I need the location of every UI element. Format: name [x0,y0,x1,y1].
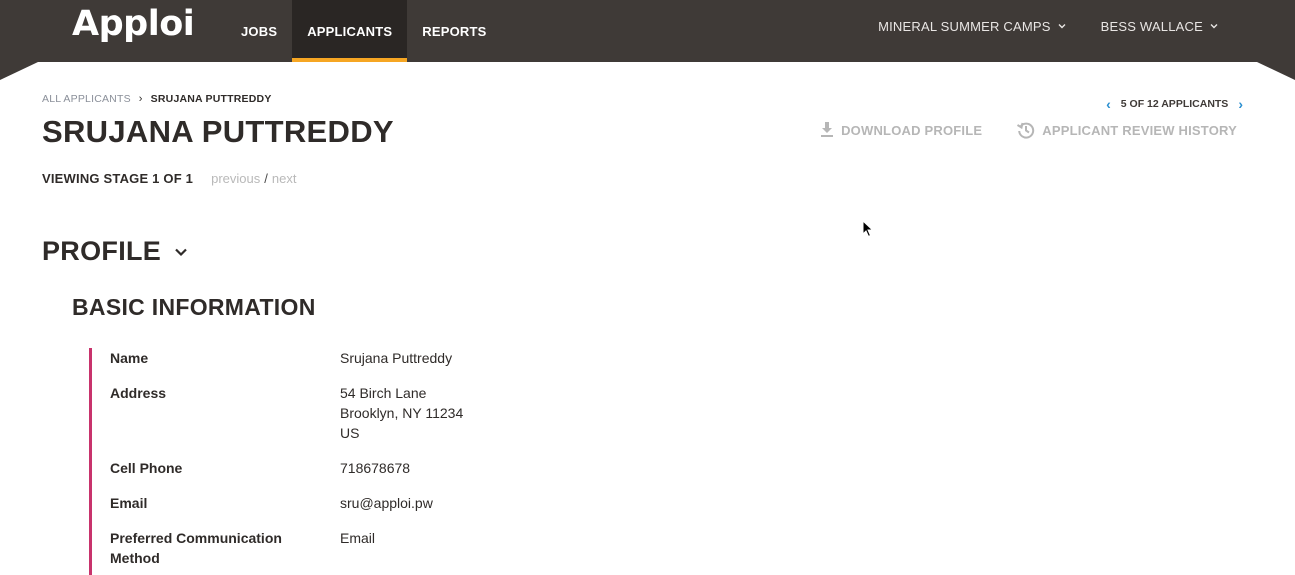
apploi-logo[interactable]: Apploi [72,4,195,44]
applicant-pager: ‹ 5 OF 12 APPLICANTS › [1106,97,1243,111]
account-menus: MINERAL SUMMER CAMPS BESS WALLACE [878,0,1219,52]
nav-applicants[interactable]: APPLICANTS [292,0,408,62]
address-line-2: Brooklyn, NY 11234 [340,405,464,421]
field-label: Address [110,385,167,401]
address-line-3: US [340,425,360,441]
basic-information-heading: BASIC INFORMATION [72,294,316,320]
download-icon [821,122,834,137]
download-profile-label: DOWNLOAD PROFILE [841,122,983,138]
stage-indicator: VIEWING STAGE 1 OF 1 previous / next [42,171,296,186]
applicant-review-history-button[interactable]: APPLICANT REVIEW HISTORY [1016,120,1237,140]
field-label: Cell Phone [110,460,183,476]
header-corner-right [1257,62,1295,80]
email-value: sru@apploi.pw [340,495,433,511]
name-value: Srujana Puttreddy [340,350,453,366]
previous-stage-link[interactable]: previous [211,171,260,186]
nav-reports[interactable]: REPORTS [407,0,501,62]
field-label: Email [110,495,148,511]
basic-information-panel: Name Srujana Puttreddy Address 54 Birch … [89,348,789,575]
field-value: sru@apploi.pw [340,493,740,513]
next-stage-link[interactable]: next [272,171,297,186]
top-navigation-bar: Apploi JOBS APPLICANTS REPORTS MINERAL S… [0,0,1295,62]
field-label: Name [110,350,149,366]
download-profile-button[interactable]: DOWNLOAD PROFILE [819,120,982,140]
header-corner-left [0,62,38,80]
address-line-1: 54 Birch Lane [340,385,427,401]
field-label: Preferred Communication Method [110,530,282,566]
breadcrumb: ALL APPLICANTS › SRUJANA PUTTREDDY [42,93,272,105]
profile-section-title: PROFILE [42,236,162,266]
organization-dropdown[interactable]: MINERAL SUMMER CAMPS [878,19,1067,34]
stage-label: VIEWING STAGE 1 OF 1 [42,171,194,186]
mouse-cursor-icon [862,220,874,238]
chevron-down-icon [1210,24,1218,29]
chevron-down-icon [175,248,187,256]
field-value: 718678678 [340,458,740,478]
chevron-down-icon [1058,24,1066,29]
user-dropdown[interactable]: BESS WALLACE [1101,19,1219,34]
organization-name: MINERAL SUMMER CAMPS [878,18,1051,34]
stage-navigation: previous / next [211,171,296,186]
cell-phone-value: 718678678 [340,460,411,476]
previous-applicant-arrow-icon[interactable]: ‹ [1106,97,1111,111]
field-value: 54 Birch Lane Brooklyn, NY 11234 US [340,383,740,443]
nav-jobs[interactable]: JOBS [226,0,292,62]
next-applicant-arrow-icon[interactable]: › [1238,97,1243,111]
main-nav: JOBS APPLICANTS REPORTS [226,0,502,62]
applicant-review-history-label: APPLICANT REVIEW HISTORY [1042,122,1237,138]
page-title: SRUJANA PUTTREDDY [42,114,394,149]
stage-separator: / [264,171,268,186]
breadcrumb-all-applicants[interactable]: ALL APPLICANTS [42,93,131,105]
breadcrumb-current: SRUJANA PUTTREDDY [150,93,272,105]
field-value: Email [340,528,740,548]
pager-label: 5 OF 12 APPLICANTS [1120,98,1229,110]
breadcrumb-separator-icon: › [138,93,143,105]
profile-actions: DOWNLOAD PROFILE APPLICANT REVIEW HISTOR… [819,120,1237,140]
user-name: BESS WALLACE [1100,18,1203,34]
profile-section-toggle[interactable]: PROFILE [42,236,189,267]
preferred-communication-value: Email [340,530,376,546]
field-value: Srujana Puttreddy [340,348,740,368]
history-icon [1017,122,1035,139]
